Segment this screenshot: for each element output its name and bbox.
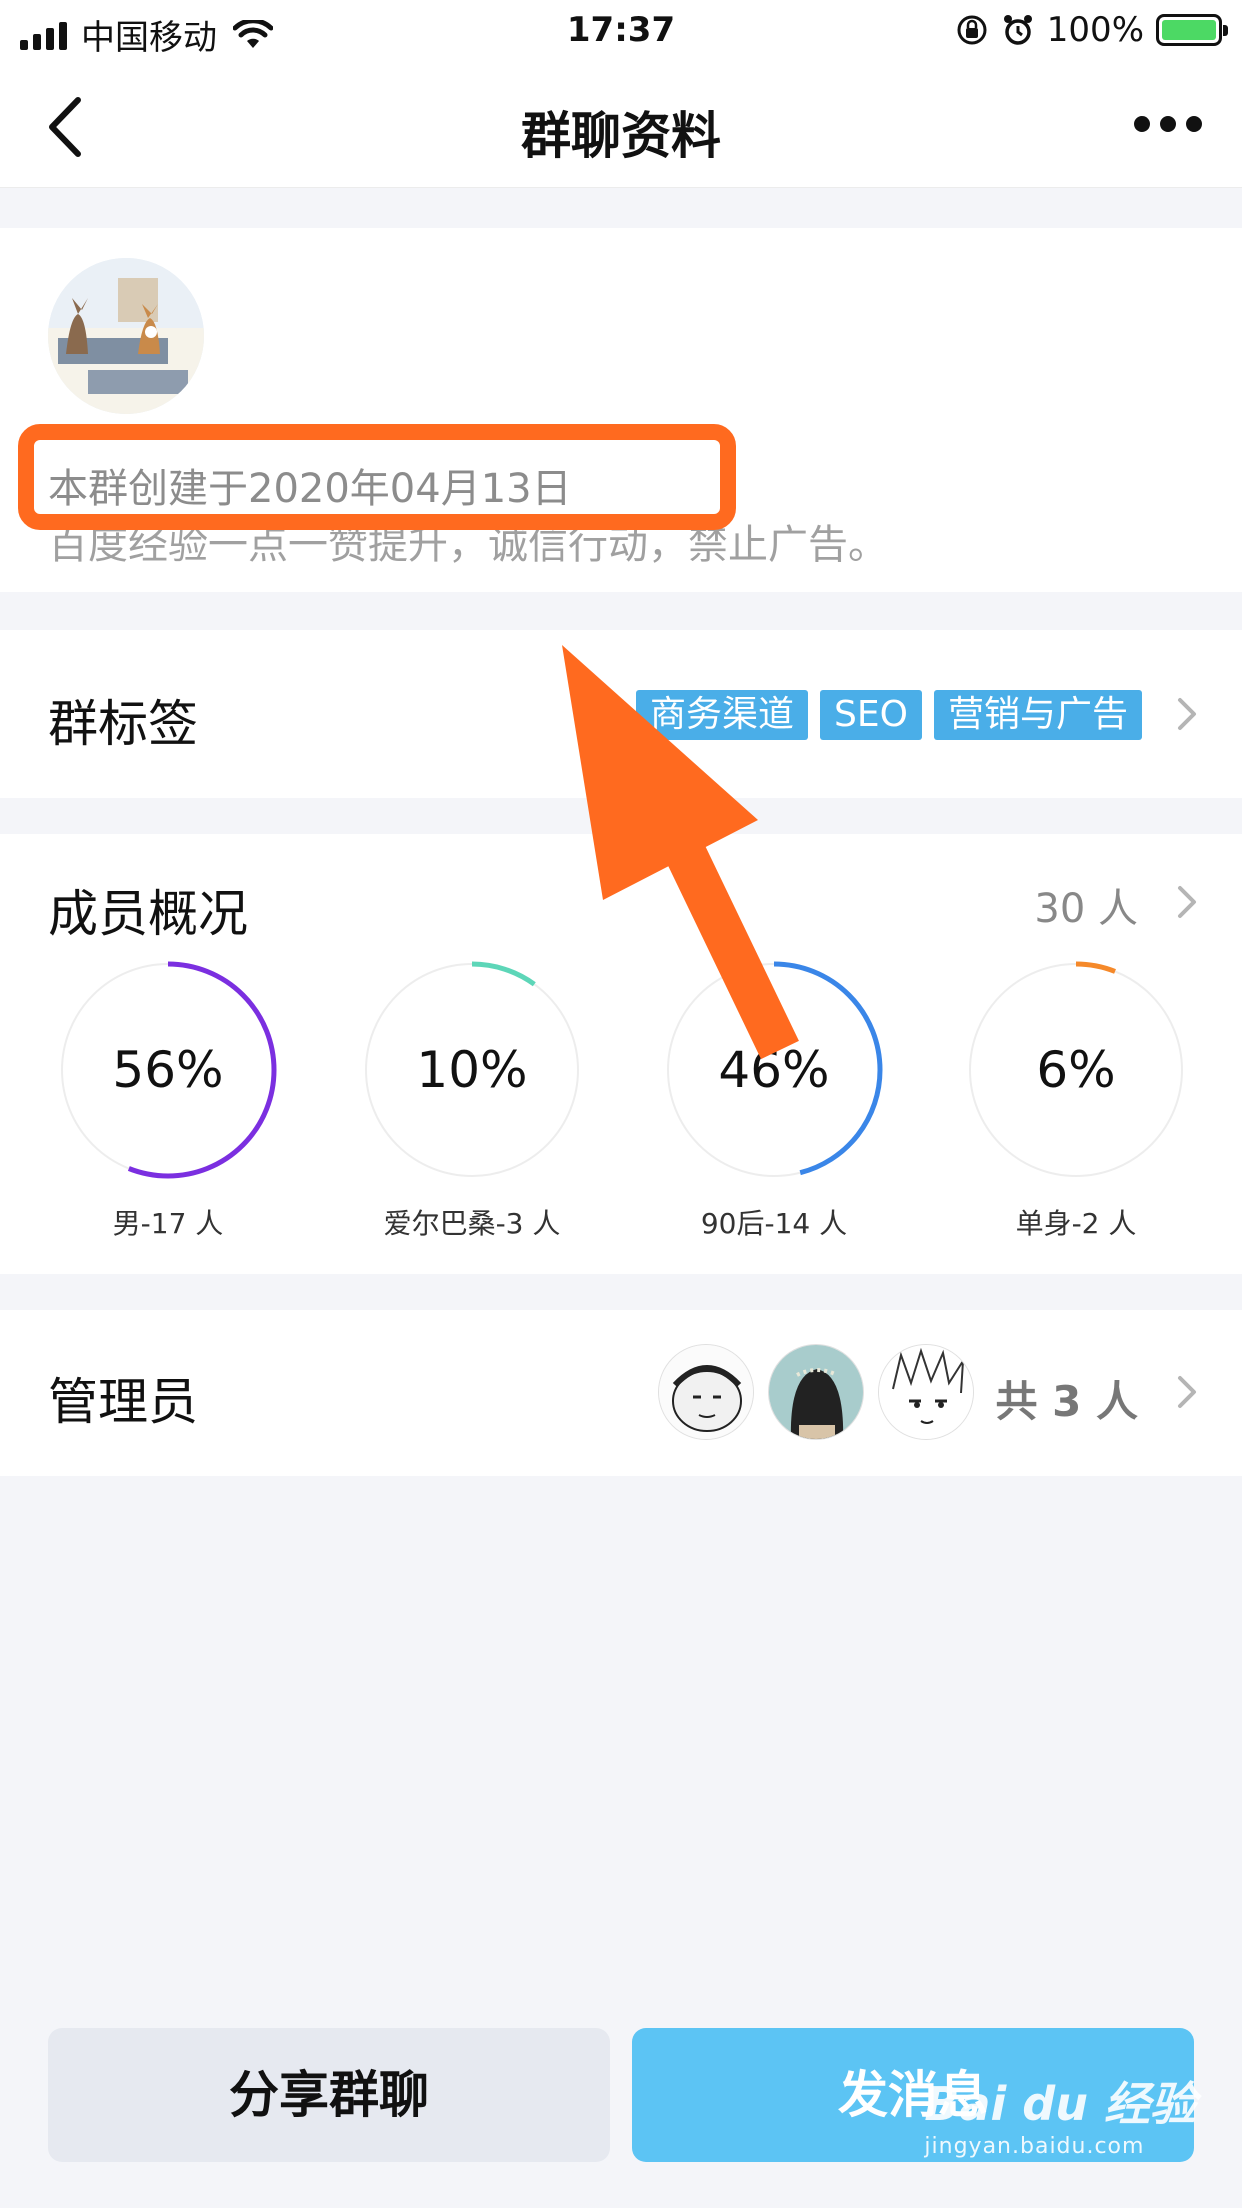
status-right: 100% [955, 10, 1228, 50]
watermark: Bai du 经验 jingyan.baidu.com [924, 2068, 1196, 2159]
watermark-url: jingyan.baidu.com [924, 2134, 1145, 2159]
status-bar: 中国移动 17:37 100% [0, 0, 1242, 64]
admin-row[interactable]: 管理员 共 3 人 [0, 1310, 1242, 1476]
chevron-right-icon [1178, 886, 1196, 918]
tags-label: 群标签 [48, 695, 198, 753]
ring-percent: 46% [718, 1041, 830, 1099]
group-tags-row[interactable]: 群标签 商务渠道 SEO 营销与广告 [0, 630, 1242, 798]
share-group-button[interactable]: 分享群聊 [48, 2028, 610, 2162]
alarm-icon [1003, 15, 1032, 45]
tag-item: 营销与广告 [933, 690, 1142, 740]
members-overview-card[interactable]: 成员概况 30 人 56% 男-17 人 10% 爱尔巴桑-3 人 46% 90… [0, 834, 1242, 1274]
ring-label: 爱尔巴桑-3 人 [383, 1207, 561, 1240]
admin-avatars [658, 1344, 974, 1440]
avatar[interactable] [878, 1344, 974, 1440]
highlight-box [18, 424, 736, 530]
ring-percent: 56% [112, 1041, 224, 1099]
stat-ring-age: 46% 90后-14 人 [654, 960, 894, 1260]
admin-total: 共 3 人 [995, 1377, 1138, 1426]
battery-icon [1156, 14, 1228, 46]
ring-label: 90后-14 人 [700, 1207, 848, 1240]
chevron-right-icon [1178, 698, 1196, 730]
group-avatar[interactable] [48, 258, 204, 414]
rotation-lock-icon [957, 15, 987, 45]
ring-label: 单身-2 人 [1015, 1207, 1137, 1240]
more-button[interactable] [1134, 116, 1202, 132]
group-avatar-image [48, 258, 204, 414]
ring-percent: 6% [1036, 1041, 1116, 1099]
avatar[interactable] [768, 1344, 864, 1440]
ring-label: 男-17 人 [112, 1207, 224, 1240]
tag-item: SEO [820, 690, 922, 740]
stat-ring-gender: 56% 男-17 人 [48, 960, 288, 1260]
nav-bar: 群聊资料 [0, 64, 1242, 188]
more-dot-icon [1186, 116, 1202, 132]
battery-percent: 100% [1046, 10, 1144, 50]
member-count: 30 人 [1034, 886, 1138, 932]
stat-ring-single: 6% 单身-2 人 [956, 960, 1196, 1260]
admin-label: 管理员 [48, 1373, 198, 1431]
more-dot-icon [1134, 116, 1150, 132]
ring-percent: 10% [416, 1041, 528, 1099]
avatar[interactable] [658, 1344, 754, 1440]
page-title: 群聊资料 [521, 107, 721, 165]
tag-list: 商务渠道 SEO 营销与广告 [636, 690, 1142, 740]
watermark-brand: Bai du 经验 [924, 2077, 1196, 2131]
tag-item: 商务渠道 [636, 690, 809, 740]
group-info-card: 本群创建于2020年04月13日 百度经验一点一赞提升，诚信行动，禁止广告。 [0, 228, 1242, 592]
stat-ring-zodiac: 10% 爱尔巴桑-3 人 [352, 960, 592, 1260]
members-label: 成员概况 [48, 885, 248, 943]
more-dot-icon [1160, 116, 1176, 132]
chevron-right-icon [1178, 1376, 1196, 1408]
